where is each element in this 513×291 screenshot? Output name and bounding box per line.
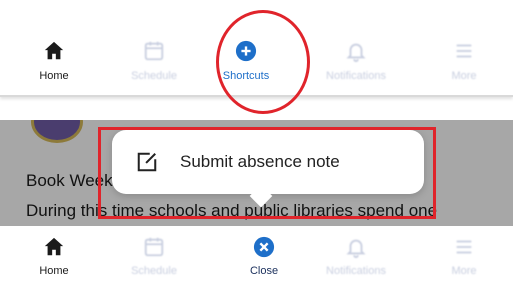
menu-highlight-box [98, 127, 436, 219]
bottom-tab-schedule-label: Schedule [131, 265, 177, 277]
bell-icon [346, 43, 366, 62]
home-icon [44, 41, 64, 60]
bottom-tab-more-label: More [451, 265, 477, 277]
menu-icon [456, 44, 472, 58]
tab-schedule-label: Schedule [131, 70, 177, 82]
tab-home[interactable]: Home [14, 40, 94, 82]
close-circle-icon [253, 236, 275, 258]
home-icon [44, 237, 64, 256]
tab-more[interactable]: More [424, 40, 504, 82]
bottom-tab-more[interactable]: More [424, 236, 504, 277]
bottom-tab-home[interactable]: Home [14, 236, 94, 277]
calendar-icon [144, 41, 164, 61]
tab-more-label: More [451, 70, 477, 82]
calendar-icon [144, 237, 164, 257]
bell-icon [346, 239, 366, 258]
tab-schedule[interactable]: Schedule [114, 40, 194, 82]
tab-notifications[interactable]: Notifications [316, 40, 396, 82]
bottom-tab-close[interactable]: Close [224, 236, 304, 277]
bottom-tab-close-label: Close [249, 265, 279, 277]
shortcuts-highlight-ring [216, 10, 310, 114]
avatar [34, 120, 80, 140]
bottom-tab-notifications-label: Notifications [326, 265, 386, 277]
tab-home-label: Home [39, 70, 69, 82]
bottom-tab-schedule[interactable]: Schedule [114, 236, 194, 277]
bottom-tab-home-label: Home [39, 265, 69, 277]
tab-notifications-label: Notifications [326, 70, 386, 82]
menu-icon [456, 240, 472, 254]
bottom-tab-notifications[interactable]: Notifications [316, 236, 396, 277]
